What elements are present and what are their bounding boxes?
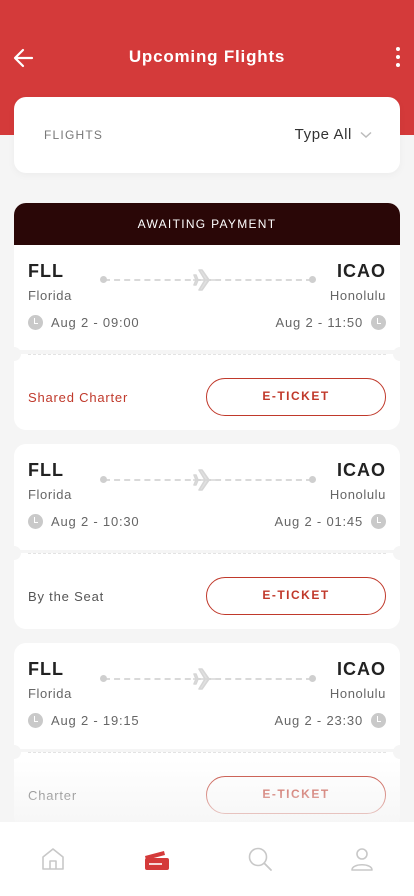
clock-icon: [28, 514, 43, 529]
clock-icon: [371, 713, 386, 728]
arrival-time: Aug 2 - 01:45: [275, 514, 386, 529]
search-icon[interactable]: [246, 845, 274, 873]
eticket-button[interactable]: E-TICKET: [206, 577, 386, 615]
clock-icon: [28, 315, 43, 330]
flight-route: [100, 269, 316, 291]
clock-icon: [371, 514, 386, 529]
home-icon[interactable]: [39, 845, 67, 873]
destination-code: ICAO: [337, 659, 386, 679]
divider: [28, 553, 386, 554]
charter-type: Shared Charter: [28, 390, 129, 405]
origin-city: Florida: [28, 686, 72, 701]
divider: [28, 354, 386, 355]
profile-icon[interactable]: [348, 845, 376, 873]
departure-time-text: Aug 2 - 09:00: [51, 315, 140, 330]
destination-city: Honolulu: [329, 487, 386, 502]
departure-time: Aug 2 - 10:30: [28, 514, 139, 529]
eticket-button[interactable]: E-TICKET: [206, 776, 386, 814]
origin-code: FLL: [28, 659, 64, 679]
arrival-time: Aug 2 - 11:50: [275, 315, 386, 330]
arrival-time-text: Aug 2 - 01:45: [274, 514, 363, 529]
arrival-time-text: Aug 2 - 11:50: [275, 315, 363, 330]
destination-city: Honolulu: [329, 686, 386, 701]
type-dropdown-value: Type All: [294, 126, 352, 143]
origin-city: Florida: [28, 288, 72, 303]
flight-route: [100, 668, 316, 690]
divider: [28, 752, 386, 753]
departure-time-text: Aug 2 - 10:30: [51, 514, 140, 529]
clock-icon: [371, 315, 386, 330]
chevron-down-icon: [360, 131, 372, 138]
plane-icon: [193, 269, 215, 291]
plane-icon: [193, 668, 215, 690]
status-banner: AWAITING PAYMENT: [14, 203, 400, 245]
origin-code: FLL: [28, 261, 64, 281]
destination-code: ICAO: [337, 460, 386, 480]
arrival-time: Aug 2 - 23:30: [275, 713, 386, 728]
destination-code: ICAO: [337, 261, 386, 281]
flight-route: [100, 469, 316, 491]
plane-icon: [193, 469, 215, 491]
filter-card: FLIGHTS Type All: [14, 97, 400, 173]
flights-filter-label: FLIGHTS: [44, 128, 104, 142]
bottom-tab-bar: [0, 822, 414, 896]
arrival-time-text: Aug 2 - 23:30: [274, 713, 363, 728]
origin-city: Florida: [28, 487, 72, 502]
ticket-icon[interactable]: [142, 845, 170, 873]
charter-type: Charter: [28, 788, 77, 803]
origin-code: FLL: [28, 460, 64, 480]
destination-city: Honolulu: [329, 288, 386, 303]
type-dropdown[interactable]: Type All: [295, 126, 372, 143]
more-vertical-icon[interactable]: [392, 45, 404, 71]
charter-type: By the Seat: [28, 589, 105, 604]
eticket-button[interactable]: E-TICKET: [206, 378, 386, 416]
departure-time: Aug 2 - 19:15: [28, 713, 139, 728]
clock-icon: [28, 713, 43, 728]
page-title: Upcoming Flights: [128, 47, 286, 66]
departure-time: Aug 2 - 09:00: [28, 315, 139, 330]
departure-time-text: Aug 2 - 19:15: [51, 713, 140, 728]
